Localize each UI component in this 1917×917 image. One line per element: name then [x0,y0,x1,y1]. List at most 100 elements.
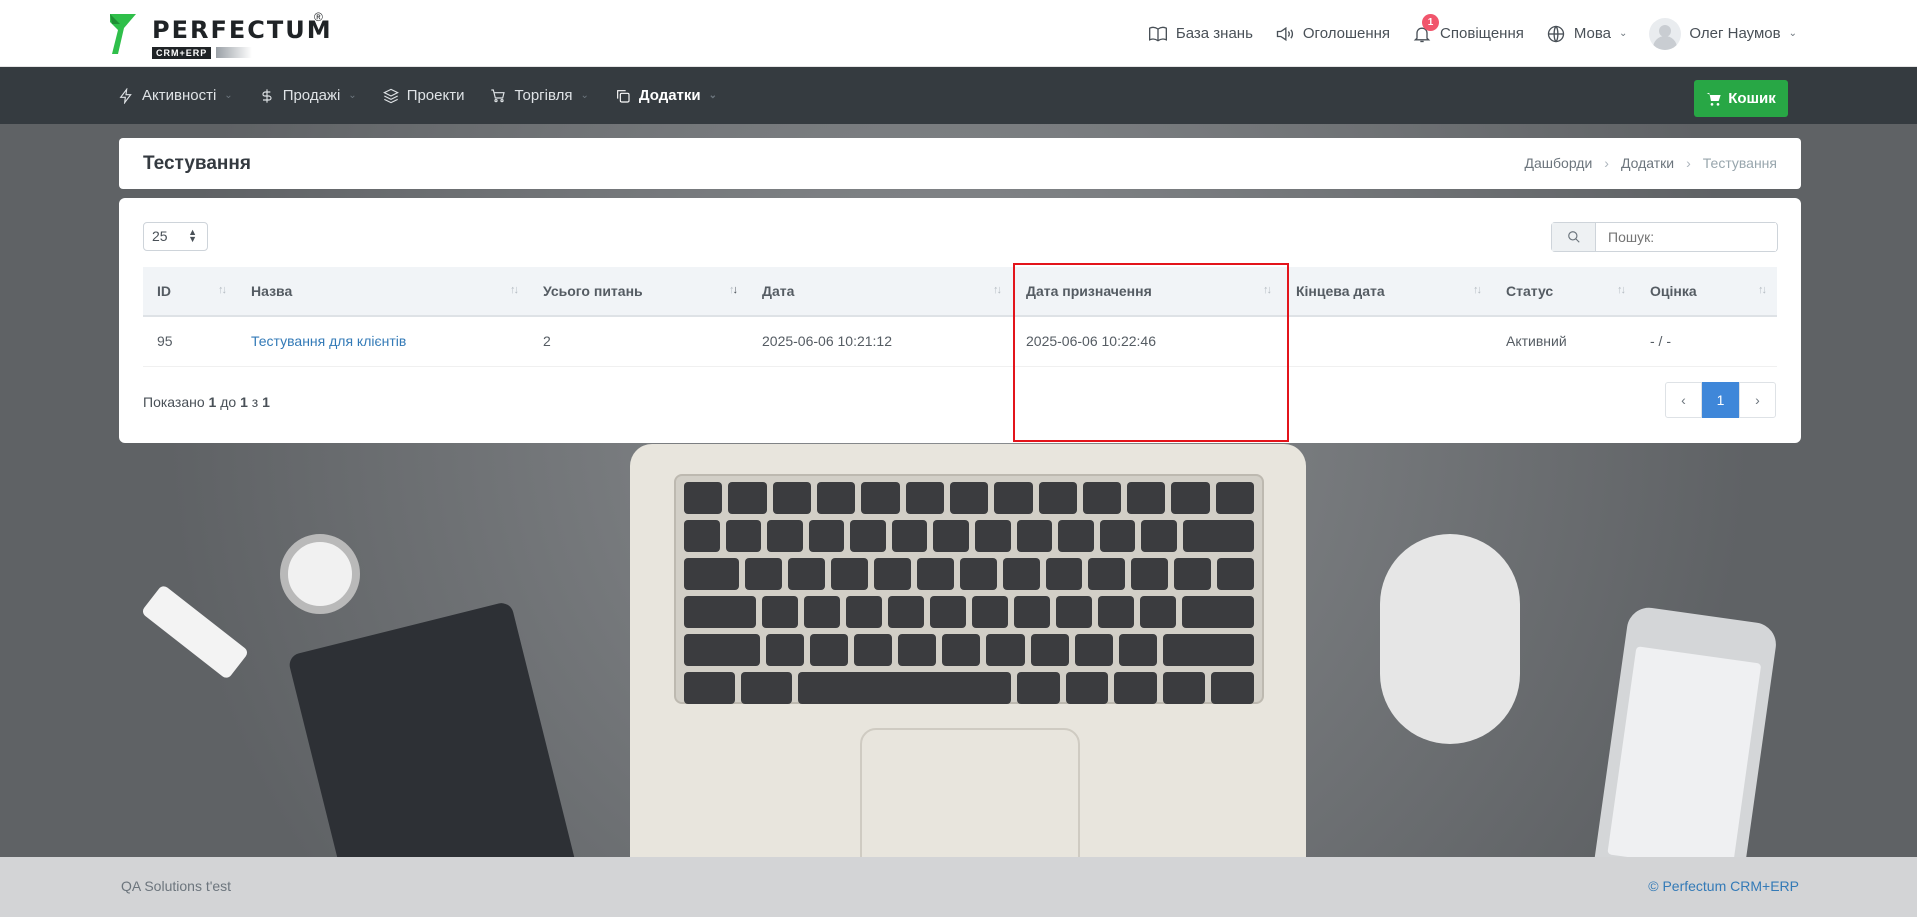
col-score[interactable]: Оцінка ↑↓ [1636,267,1777,317]
announcements-label: Оголошення [1302,25,1391,42]
laptop-image [630,444,1306,857]
cell-name: Тестування для клієнтів [237,316,529,367]
menu-sales[interactable]: Продажі ⌄ [259,87,357,104]
table-info-prefix: Показано [143,394,205,410]
table-row: 95 Тестування для клієнтів 2 2025-06-06 … [143,316,1777,367]
col-name-label: Назва [251,283,293,299]
chevron-down-icon: ⌄ [580,90,589,101]
main-nav: Активності ⌄ Продажі ⌄ Проекти Торгівля … [0,67,1917,124]
trackpad-image [860,728,1080,857]
col-name[interactable]: Назва ↑↓ [237,267,529,317]
footer-copyright-link[interactable]: © Perfectum CRM+ERP [1648,878,1799,894]
menu-projects[interactable]: Проекти [382,87,464,104]
search-button[interactable] [1552,223,1596,251]
col-score-label: Оцінка [1650,283,1697,299]
dollar-icon [262,88,272,103]
chevron-down-icon: ⌄ [1788,28,1797,39]
tests-card: 25 ▲▼ ID ↑↓ Назва ↑↓ Усього питань ↑↓ Дата ↑… [119,198,1801,443]
page-title-card: Тестування Дашборди › Додатки › Тестуван… [119,138,1801,189]
search-input[interactable] [1596,223,1776,251]
breadcrumb-dashboards[interactable]: Дашборди [1525,155,1593,171]
sort-icon: ↑↓ [993,284,1002,296]
breadcrumb-addons[interactable]: Додатки [1621,155,1674,171]
user-menu[interactable]: Олег Наумов ⌄ [1649,17,1797,50]
logo[interactable]: PERFECTUM ® CRM+ERP [108,10,331,60]
menu-trade[interactable]: Торгівля ⌄ [490,87,589,104]
pagination-next-button[interactable]: › [1739,382,1776,418]
knowledge-base-label: База знань [1175,25,1253,42]
sort-icon: ↑↓ [218,284,227,296]
test-name-link[interactable]: Тестування для клієнтів [251,333,406,349]
sort-icon: ↑↓ [1617,284,1626,296]
col-status-label: Статус [1506,283,1554,299]
cart-button[interactable]: Кошик [1694,80,1788,117]
keyboard-image [674,474,1264,704]
knowledge-base-link[interactable]: База знань [1148,24,1253,44]
breadcrumb-current: Тестування [1702,155,1777,171]
sort-icon: ↑↓ [1758,284,1767,296]
pagination: ‹ 1 › [1665,382,1776,418]
col-status[interactable]: Статус ↑↓ [1492,267,1636,317]
brand-sub-decoration [216,47,252,58]
menu-addons-label: Додатки [638,87,701,104]
menu-addons[interactable]: Додатки ⌄ [615,87,717,104]
shopping-cart-icon [1706,92,1721,106]
phone-image [1591,604,1779,857]
cell-id: 95 [143,316,237,367]
notifications-label: Сповіщення [1440,25,1524,42]
sort-icon: ↑↓ [510,284,519,296]
sort-desc-icon: ↑↓ [729,284,738,296]
cell-score: - / - [1636,316,1777,367]
cart-button-label: Кошик [1728,90,1776,107]
chevron-down-icon: ⌄ [224,90,233,101]
col-total-questions[interactable]: Усього питань ↑↓ [529,267,748,317]
lightning-icon [119,87,132,104]
page-length-select[interactable]: 25 ▲ ▼ [143,222,208,251]
col-end-date[interactable]: Кінцева дата ↑↓ [1282,267,1492,317]
notifications-link[interactable]: 1 Сповіщення [1412,13,1524,44]
breadcrumb-separator-icon: › [1604,155,1609,171]
cell-total-questions: 2 [529,316,748,367]
col-id[interactable]: ID ↑↓ [143,267,237,317]
cell-status: Активний [1492,316,1636,367]
search-box [1551,222,1778,252]
search-icon [1567,231,1580,243]
announcements-link[interactable]: Оголошення [1275,24,1390,44]
page-length-value: 25 [152,228,168,244]
col-date[interactable]: Дата ↑↓ [748,267,1012,317]
cell-date: 2025-06-06 10:21:12 [748,316,1012,367]
chevron-down-icon: ⌄ [1619,28,1628,39]
table-header-row: ID ↑↓ Назва ↑↓ Усього питань ↑↓ Дата ↑↓ Дата… [143,267,1777,317]
notebook-image [287,600,583,857]
cell-end-date [1282,316,1492,367]
layers-icon [382,88,399,103]
language-label: Мова [1573,25,1612,42]
avatar [1649,17,1682,50]
col-end-date-label: Кінцева дата [1296,283,1385,299]
menu-trade-label: Торгівля [514,87,573,104]
top-header: PERFECTUM ® CRM+ERP База знань Оголошенн… [0,0,1917,67]
watch-image [280,534,360,614]
table-info-from: 1 [208,394,217,410]
col-total-questions-label: Усього питань [543,283,643,299]
footer: QA Solutions t'est © Perfectum CRM+ERP [0,857,1917,917]
footer-company: QA Solutions t'est [121,878,232,894]
select-arrows-icon: ▲ ▼ [188,227,197,244]
sort-icon: ↑↓ [1473,284,1482,296]
brand-reg: ® [314,10,323,24]
cart-icon [491,88,506,102]
table-info-total: 1 [262,394,270,410]
col-id-label: ID [157,283,171,299]
pagination-page-button[interactable]: 1 [1702,382,1739,418]
mouse-image [1380,534,1520,744]
menu-activities[interactable]: Активності ⌄ [118,87,233,104]
notifications-badge: 1 [1422,13,1440,31]
book-icon [1148,26,1167,41]
language-dropdown[interactable]: Мова ⌄ [1546,24,1628,44]
chevron-down-icon: ⌄ [348,90,357,101]
pagination-prev-button[interactable]: ‹ [1665,382,1702,418]
menu-sales-label: Продажі [282,87,341,104]
copy-icon [616,89,630,103]
breadcrumb: Дашборди › Додатки › Тестування [1525,155,1777,171]
table-info-to: 1 [240,394,248,410]
